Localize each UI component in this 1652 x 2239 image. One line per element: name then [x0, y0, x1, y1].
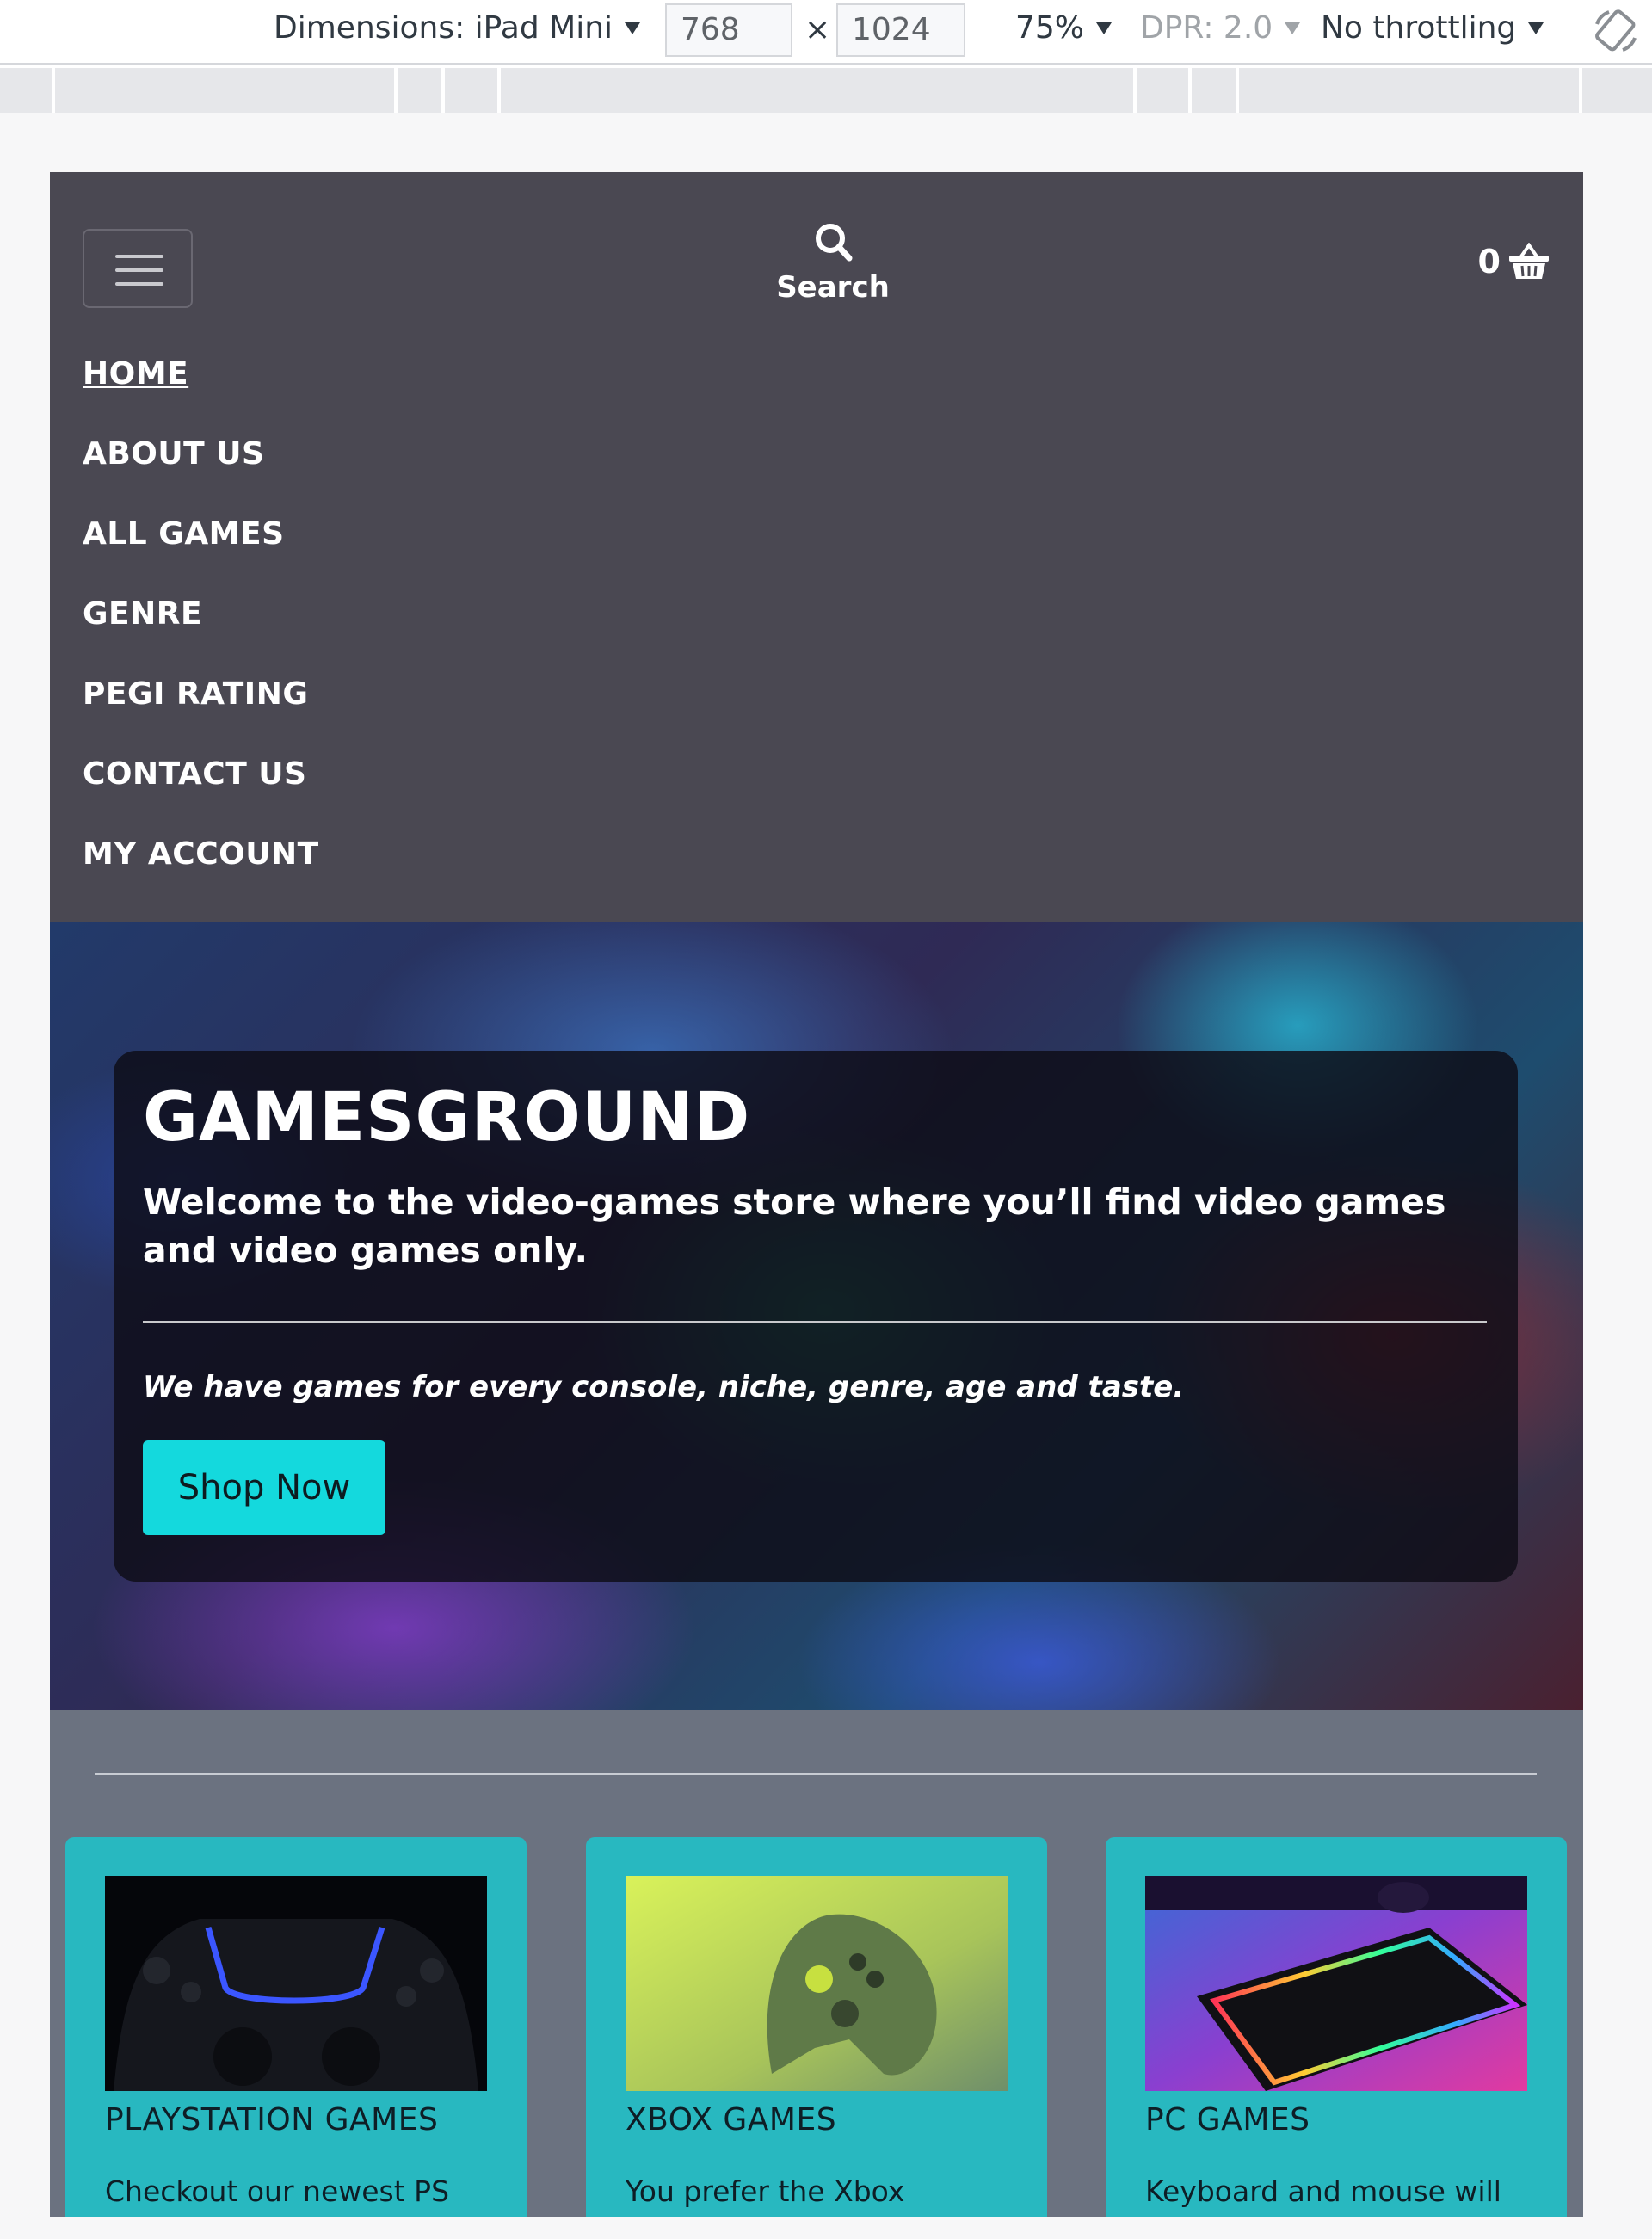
zoom-label: 75% [1015, 10, 1085, 46]
card-title: XBOX GAMES [626, 2102, 837, 2137]
menu-toggle-button[interactable] [83, 229, 193, 308]
chevron-down-icon [1285, 22, 1301, 34]
basket-link[interactable]: 0 [1478, 243, 1550, 281]
search-icon [816, 224, 853, 262]
device-toolbar: Dimensions: iPad Mini 768 × 1024 75% DPR… [0, 0, 1652, 65]
category-card-playstation[interactable]: PLAYSTATION GAMES Checkout our newest PS [65, 1837, 527, 2217]
search-button[interactable]: Search [773, 220, 893, 306]
chevron-down-icon [1528, 22, 1544, 34]
shop-now-button[interactable]: Shop Now [143, 1440, 385, 1535]
hero-subtext: We have games for every console, niche, … [143, 1370, 1185, 1404]
nav-item-my-account[interactable]: MY ACCOUNT [83, 824, 319, 904]
rotate-icon[interactable] [1592, 7, 1640, 55]
card-text: Keyboard and mouse will [1145, 2174, 1501, 2208]
height-input[interactable]: 1024 [836, 3, 965, 57]
dpr-label: DPR: 2.0 [1140, 10, 1273, 46]
nav-menu: HOME ABOUT US ALL GAMES GENRE PEGI RATIN… [83, 344, 319, 904]
media-query-ruler[interactable] [0, 68, 1652, 113]
zoom-dropdown[interactable]: 75% [1015, 10, 1113, 46]
hero-banner: GAMESGROUND Welcome to the video-games s… [50, 922, 1583, 1710]
nav-item-all-games[interactable]: ALL GAMES [83, 504, 319, 584]
hamburger-icon [115, 255, 163, 258]
gaming-keyboard-image [1145, 1876, 1527, 2091]
card-title: PC GAMES [1145, 2102, 1310, 2137]
basket-icon [1509, 243, 1549, 279]
hero-divider [143, 1321, 1487, 1323]
card-title: PLAYSTATION GAMES [105, 2102, 439, 2137]
hero-lead: Welcome to the video-games store where y… [143, 1181, 1446, 1271]
hamburger-icon-bar [115, 282, 163, 286]
dpr-dropdown[interactable]: DPR: 2.0 [1140, 10, 1301, 46]
category-card-pc[interactable]: PC GAMES Keyboard and mouse will [1106, 1837, 1567, 2217]
nav-item-genre[interactable]: GENRE [83, 584, 319, 664]
hero-title: GAMESGROUND [143, 1079, 751, 1157]
throttling-dropdown[interactable]: No throttling [1321, 10, 1544, 46]
nav-item-pegi-rating[interactable]: PEGI RATING [83, 664, 319, 744]
main-navbar: Search 0 HOME ABOUT US ALL GAMES GENRE P… [50, 172, 1583, 922]
throttling-label: No throttling [1321, 10, 1517, 46]
hero-card: GAMESGROUND Welcome to the video-games s… [114, 1051, 1518, 1582]
nav-item-about-us[interactable]: ABOUT US [83, 424, 319, 504]
emulated-page: Search 0 HOME ABOUT US ALL GAMES GENRE P… [50, 172, 1583, 2217]
dimensions-label: Dimensions: iPad Mini [274, 10, 613, 46]
nav-item-contact-us[interactable]: CONTACT US [83, 744, 319, 824]
dimensions-dropdown[interactable]: Dimensions: iPad Mini [274, 10, 641, 46]
card-text: You prefer the Xbox [626, 2174, 905, 2208]
chevron-down-icon [1096, 22, 1113, 34]
width-input[interactable]: 768 [665, 3, 792, 57]
nav-item-home[interactable]: HOME [83, 344, 319, 424]
chevron-down-icon [625, 22, 641, 34]
playstation-controller-image [105, 1876, 487, 2091]
search-label: Search [776, 270, 890, 305]
hamburger-icon-bar [115, 268, 163, 272]
dimension-separator: × [804, 12, 831, 47]
xbox-controller-image [626, 1876, 1008, 2091]
basket-count: 0 [1477, 243, 1501, 281]
category-card-xbox[interactable]: XBOX GAMES You prefer the Xbox [586, 1837, 1047, 2217]
section-divider [95, 1773, 1537, 1775]
card-text: Checkout our newest PS [105, 2174, 450, 2208]
